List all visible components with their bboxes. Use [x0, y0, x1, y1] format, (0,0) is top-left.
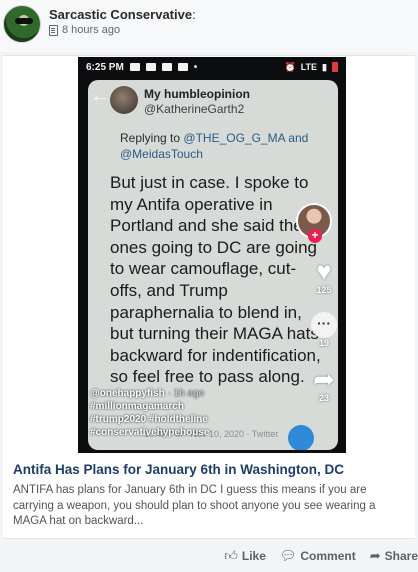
tweet-author-handle: @KatherineGarth2: [144, 102, 245, 116]
share-arrow-icon: ➦: [313, 364, 335, 394]
caption-tag: #conservativehypehouse: [90, 427, 210, 438]
speech-bubble-icon: 💬︎: [279, 548, 297, 563]
alarm-icon: ⏰: [284, 61, 296, 72]
post-action-bar: 👍︎ Like 💬︎ Comment ➦ Share: [0, 540, 418, 572]
signal-icon: ▮: [322, 61, 327, 72]
follow-plus-icon: +: [308, 229, 322, 243]
notification-icon: [161, 63, 172, 71]
link-headline[interactable]: Antifa Has Plans for January 6th in Wash…: [13, 461, 405, 478]
network-label: LTE: [300, 62, 318, 72]
video-comments: ··· 19: [308, 312, 340, 348]
back-arrow-icon: ←: [90, 85, 110, 107]
feed-post: Sarcastic Conservative: 8 hours ago 6:25…: [0, 0, 418, 572]
tweet-author-name: My humbleopinion: [144, 87, 250, 101]
tweet-compose-icon: [288, 425, 314, 450]
share-arrow-icon: ➦: [369, 548, 381, 563]
caption-user: @onehappyfish: [90, 388, 165, 399]
phone-status-bar: 6:25 PM • ⏰ LTE ▮: [78, 57, 346, 77]
share-count: 23: [318, 393, 329, 403]
link-preview[interactable]: Antifa Has Plans for January 6th in Wash…: [3, 453, 415, 539]
comment-button[interactable]: 💬︎ Comment: [280, 548, 356, 564]
like-button[interactable]: 👍︎ Like: [224, 548, 266, 564]
status-time: 6:25 PM: [86, 61, 124, 73]
tweet-avatar: [110, 86, 138, 114]
heart-icon: ♥: [316, 256, 332, 286]
post-meta: 8 hours ago: [49, 24, 120, 36]
comment-dots-icon: ···: [311, 312, 337, 338]
link-excerpt: ANTIFA has plans for January 6th in DC I…: [13, 484, 376, 527]
post-time[interactable]: 8 hours ago: [62, 24, 120, 36]
notification-icon: [177, 63, 188, 71]
document-icon: [49, 24, 58, 36]
caption-tag: #trump2020 #holdtheline: [90, 414, 208, 425]
like-count: 125: [316, 285, 332, 295]
video-like: ♥ 125: [308, 257, 340, 295]
notification-icon: [145, 63, 156, 71]
share-button[interactable]: ➦ Share: [370, 548, 418, 564]
battery-icon: [332, 62, 338, 72]
tweet-replying-to: Replying to @THE_OG_G_MA and @MeidasTouc…: [120, 131, 309, 161]
author-avatar[interactable]: [3, 5, 41, 43]
thumbs-up-icon: 👍︎: [224, 548, 238, 563]
tweet-body: But just in case. I spoke to my Antifa o…: [110, 173, 321, 387]
caption-tag: #millionmagamarch: [90, 401, 184, 412]
caption-ago: · 1h ago: [167, 388, 205, 399]
video-share: ➦ 23: [308, 365, 340, 403]
post-image[interactable]: 6:25 PM • ⏰ LTE ▮ ← My humbleopinion @Ka…: [3, 55, 415, 454]
post-header: Sarcastic Conservative: 8 hours ago: [0, 0, 418, 52]
notification-icon: [129, 63, 140, 71]
video-caption: @onehappyfish · 1h ago #millionmagamarch…: [90, 387, 290, 439]
phone-screenshot: 6:25 PM • ⏰ LTE ▮ ← My humbleopinion @Ka…: [78, 57, 346, 454]
status-dot: •: [193, 61, 198, 73]
author-name[interactable]: Sarcastic Conservative:: [49, 7, 196, 22]
comment-count: 19: [318, 338, 329, 348]
